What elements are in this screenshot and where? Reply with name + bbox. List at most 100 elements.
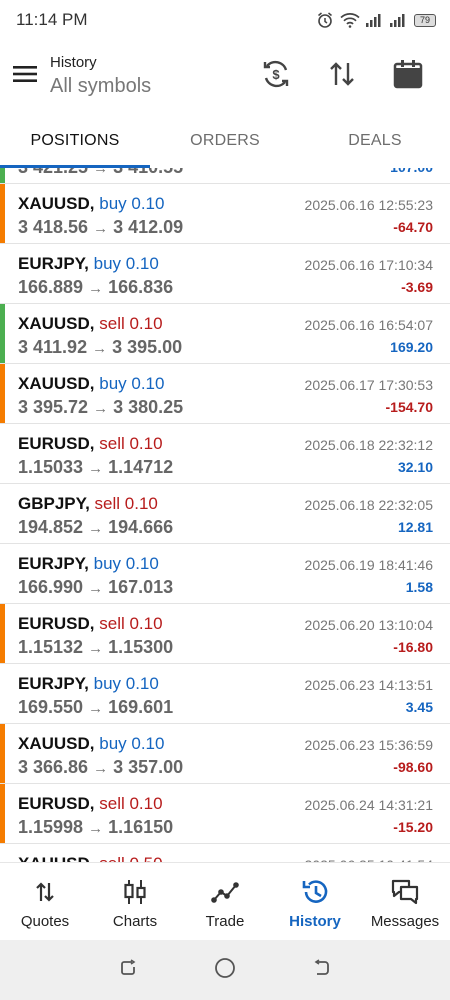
price-line: 3 366.86 → 3 357.00	[18, 756, 183, 780]
row-status-bar	[0, 184, 5, 243]
row-left: EURJPY, buy 0.10 166.990 → 167.013	[18, 553, 173, 600]
symbol-name: EURUSD,	[18, 614, 95, 633]
home-button[interactable]	[210, 955, 240, 985]
open-price: 169.550	[18, 697, 84, 717]
price-arrow-icon: →	[88, 520, 104, 537]
row-right: 2025.06.19 18:41:46 1.58	[305, 555, 433, 597]
recents-button[interactable]	[113, 955, 143, 985]
symbol-line: EURJPY, buy 0.10	[18, 673, 173, 695]
nav-quotes[interactable]: Quotes	[0, 863, 90, 940]
calendar-button[interactable]	[384, 52, 432, 100]
trade-side-volume: buy 0.10	[93, 554, 159, 573]
menu-button[interactable]	[0, 51, 50, 101]
position-row[interactable]: EURJPY, buy 0.10 166.889 → 166.836 2025.06…	[0, 244, 450, 304]
nav-history[interactable]: History	[270, 863, 360, 940]
symbol-name: XAUUSD,	[18, 194, 95, 213]
nav-label-trade: Trade	[205, 913, 245, 930]
price-arrow-icon: →	[88, 580, 104, 597]
row-left: EURUSD, sell 0.10 1.15033 → 1.14712	[18, 433, 173, 480]
trade-side-volume: sell 0.10	[94, 494, 158, 513]
trade-side-volume: sell 0.50	[99, 854, 162, 862]
symbol-line: GBPJPY, sell 0.10	[18, 493, 173, 515]
back-button[interactable]	[307, 955, 337, 985]
close-time: 2025.06.16 12:55:23	[304, 197, 433, 213]
close-price: 1.14712	[108, 457, 174, 477]
position-row[interactable]: EURUSD, sell 0.10 1.15132 → 1.15300 2025.0…	[0, 604, 450, 664]
open-price: 1.15998	[18, 817, 84, 837]
open-price: 194.852	[18, 517, 84, 537]
nav-label-quotes: Quotes	[20, 913, 70, 930]
price-arrow-icon: →	[93, 220, 109, 237]
position-row[interactable]: XAUUSD, sell 0.10 3 411.92 → 3 395.00 2025…	[0, 304, 450, 364]
close-price: 3 380.25	[113, 397, 184, 417]
close-time: 2025.06.18 22:32:12	[304, 437, 433, 453]
signal-icon-2	[390, 13, 408, 27]
close-price: 3 357.00	[113, 757, 184, 777]
symbol-name: XAUUSD,	[18, 314, 95, 333]
price-arrow-icon: →	[88, 700, 104, 717]
trade-side-volume: sell 0.10	[99, 614, 163, 633]
open-price: 166.990	[18, 577, 84, 597]
nav-label-history: History	[289, 913, 341, 930]
position-row[interactable]: XAUUSD, buy 0.10 3 395.72 → 3 380.25 2025.…	[0, 364, 450, 424]
home-icon	[213, 956, 237, 985]
row-left: EURJPY, buy 0.10 166.889 → 166.836	[18, 253, 173, 300]
tab-positions[interactable]: POSITIONS	[0, 118, 150, 168]
nav-trade[interactable]: Trade	[180, 863, 270, 940]
close-time: 2025.06.20 13:10:04	[304, 617, 433, 633]
open-price: 3 395.72	[18, 397, 89, 417]
row-right: 2025.06.16 17:10:34 -3.69	[305, 255, 433, 297]
position-row[interactable]: XAUUSD, sell 0.50 2025.06.25 10:41:54	[0, 844, 450, 862]
nav-charts[interactable]: Charts	[90, 863, 180, 940]
position-row[interactable]: XAUUSD, sell 0.103 421.25 → 3 410.55 2025…	[0, 168, 450, 184]
position-row[interactable]: EURUSD, sell 0.10 1.15998 → 1.16150 2025.0…	[0, 784, 450, 844]
profit-value: -3.69	[401, 279, 433, 295]
row-status-bar	[0, 604, 5, 663]
symbol-name: EURUSD,	[18, 794, 95, 813]
recents-icon	[118, 958, 138, 983]
symbol-name: XAUUSD,	[18, 734, 95, 753]
close-price: 3 395.00	[112, 337, 183, 357]
row-status-bar	[0, 168, 5, 183]
currency-exchange-button[interactable]: $	[252, 52, 300, 100]
profit-value: -98.60	[393, 759, 433, 775]
trade-side-volume: buy 0.10	[99, 374, 165, 393]
bottom-nav: Quotes Charts Trade History Messages	[0, 862, 450, 940]
symbol-name: EURJPY,	[18, 674, 89, 693]
position-row[interactable]: EURUSD, sell 0.10 1.15033 → 1.14712 2025.0…	[0, 424, 450, 484]
battery-icon: 79	[414, 13, 436, 27]
position-row[interactable]: XAUUSD, buy 0.10 3 366.86 → 3 357.00 2025.…	[0, 724, 450, 784]
symbol-line: XAUUSD, buy 0.10	[18, 193, 183, 215]
symbol-name: EURUSD,	[18, 434, 95, 453]
position-row[interactable]: GBPJPY, sell 0.10 194.852 → 194.666 2025.0…	[0, 484, 450, 544]
tab-orders[interactable]: ORDERS	[150, 118, 300, 168]
close-price: 169.601	[108, 697, 174, 717]
nav-messages[interactable]: Messages	[360, 863, 450, 940]
nav-label-charts: Charts	[112, 913, 158, 930]
close-price: 167.013	[108, 577, 174, 597]
position-row[interactable]: XAUUSD, buy 0.10 3 418.56 → 3 412.09 2025.…	[0, 184, 450, 244]
price-line: 3 395.72 → 3 380.25	[18, 396, 183, 420]
profit-value: 3.45	[405, 699, 433, 715]
position-row[interactable]: EURJPY, buy 0.10 169.550 → 169.601 2025.06…	[0, 664, 450, 724]
symbol-line: XAUUSD, buy 0.10	[18, 733, 183, 755]
profit-value: -15.20	[393, 819, 433, 835]
tab-deals[interactable]: DEALS	[300, 118, 450, 168]
open-price: 1.15033	[18, 457, 84, 477]
close-time: 2025.06.17 17:30:53	[304, 377, 433, 393]
close-price: 3 412.09	[113, 217, 184, 237]
position-row[interactable]: EURJPY, buy 0.10 166.990 → 167.013 2025.06…	[0, 544, 450, 604]
open-price: 3 366.86	[18, 757, 89, 777]
status-bar: 11:14 PM 79	[0, 0, 450, 40]
price-arrow-icon: →	[88, 640, 104, 657]
price-line: 3 418.56 → 3 412.09	[18, 216, 183, 240]
price-line: 1.15033 → 1.14712	[18, 456, 173, 480]
title-block[interactable]: History All symbols	[50, 54, 252, 98]
price-arrow-icon: →	[93, 400, 109, 417]
history-tabs: POSITIONS ORDERS DEALS	[0, 118, 450, 168]
trade-side-volume: buy 0.10	[93, 674, 159, 693]
positions-list[interactable]: XAUUSD, sell 0.103 421.25 → 3 410.552025…	[0, 168, 450, 862]
price-line: 194.852 → 194.666	[18, 516, 173, 540]
price-line: 1.15132 → 1.15300	[18, 636, 173, 660]
sort-button[interactable]	[318, 52, 366, 100]
